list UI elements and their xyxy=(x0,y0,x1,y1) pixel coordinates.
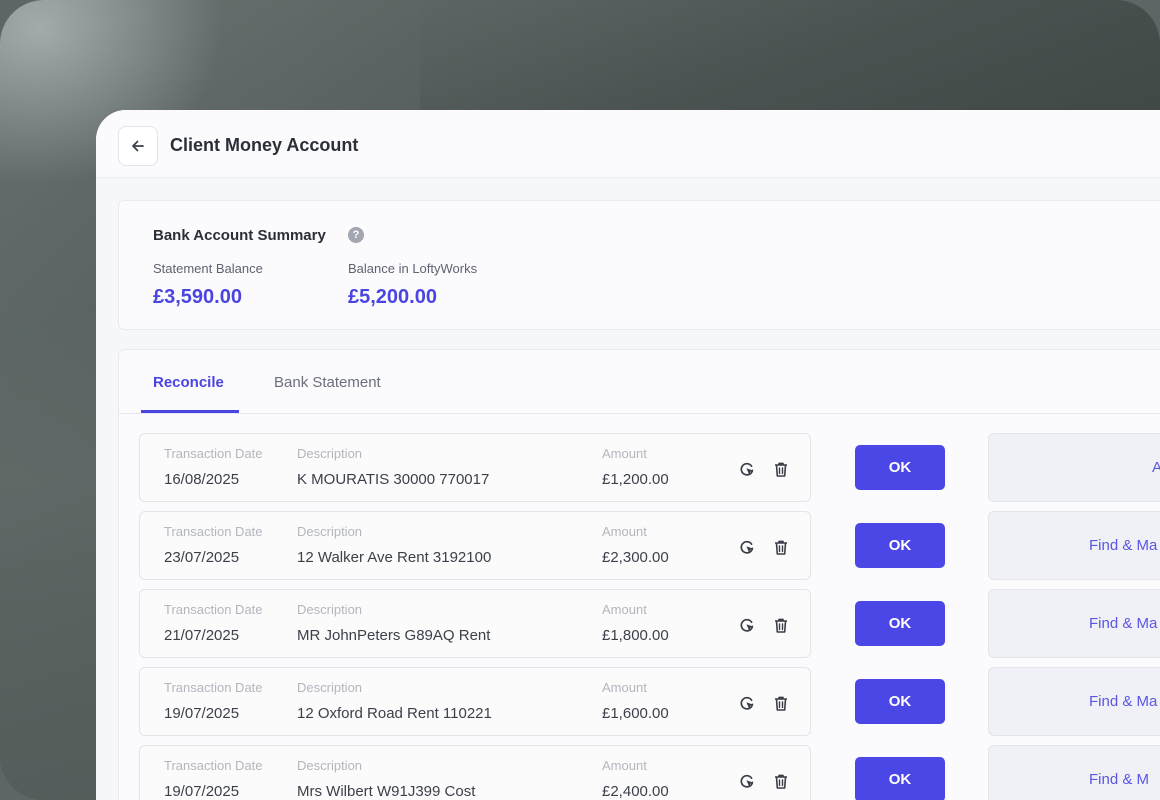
transaction-date-label: Transaction Date xyxy=(164,680,263,695)
ok-button[interactable]: OK xyxy=(855,445,945,490)
find-and-match-button[interactable]: Find & Ma xyxy=(988,589,1160,658)
description-value: K MOURATIS 30000 770017 xyxy=(297,471,490,488)
page-header: Client Money Account xyxy=(96,110,1160,178)
amount-label: Amount xyxy=(602,680,647,695)
question-circle-icon[interactable]: ? xyxy=(348,227,364,243)
transaction-row: Transaction Date 19/07/2025 Description Mrs… xyxy=(119,745,1160,800)
bank-account-summary-card: Bank Account Summary ? Statement Balance… xyxy=(118,200,1160,330)
rotate-cursor-icon[interactable] xyxy=(736,770,758,792)
transaction-row: Transaction Date 21/07/2025 Description MR … xyxy=(119,589,1160,659)
ok-button[interactable]: OK xyxy=(855,757,945,800)
description-value: 12 Walker Ave Rent 3192100 xyxy=(297,549,492,566)
rotate-cursor-icon[interactable] xyxy=(736,614,758,636)
loftyworks-balance-label: Balance in LoftyWorks xyxy=(348,261,478,276)
description-value: Mrs Wilbert W91J399 Cost xyxy=(297,783,476,800)
find-and-match-label: Find & M xyxy=(1089,771,1150,788)
description-label: Description xyxy=(297,602,363,617)
back-button[interactable] xyxy=(118,126,158,166)
transaction-card: Transaction Date 19/07/2025 Description 12 … xyxy=(139,667,811,736)
rotate-cursor-icon[interactable] xyxy=(736,458,758,480)
reconcile-card: Reconcile Bank Statement Transaction Dat… xyxy=(118,349,1160,800)
tab-reconcile[interactable]: Reconcile xyxy=(153,374,224,391)
transaction-date-value: 23/07/2025 xyxy=(164,549,240,566)
ok-button[interactable]: OK xyxy=(855,523,945,568)
transaction-date-value: 19/07/2025 xyxy=(164,783,240,800)
transaction-row: Transaction Date 23/07/2025 Description 12 … xyxy=(119,511,1160,581)
transaction-date-label: Transaction Date xyxy=(164,524,263,539)
amount-label: Amount xyxy=(602,524,647,539)
ok-button[interactable]: OK xyxy=(855,679,945,724)
tab-bank-statement[interactable]: Bank Statement xyxy=(274,374,381,391)
find-and-match-button[interactable]: A xyxy=(988,433,1160,502)
statement-balance-label: Statement Balance xyxy=(153,261,263,276)
amount-value: £1,600.00 xyxy=(602,705,669,722)
transaction-row: Transaction Date 19/07/2025 Description 12 … xyxy=(119,667,1160,737)
amount-label: Amount xyxy=(602,758,647,773)
transaction-row: Transaction Date 16/08/2025 Description K M… xyxy=(119,433,1160,503)
find-and-match-button[interactable]: Find & M xyxy=(988,745,1160,800)
transaction-date-label: Transaction Date xyxy=(164,602,263,617)
trash-icon[interactable] xyxy=(770,614,792,636)
description-label: Description xyxy=(297,680,363,695)
transaction-date-value: 19/07/2025 xyxy=(164,705,240,722)
rotate-cursor-icon[interactable] xyxy=(736,536,758,558)
description-label: Description xyxy=(297,446,363,461)
transaction-date-label: Transaction Date xyxy=(164,758,263,773)
description-label: Description xyxy=(297,758,363,773)
transaction-card: Transaction Date 23/07/2025 Description 12 … xyxy=(139,511,811,580)
amount-label: Amount xyxy=(602,446,647,461)
active-tab-indicator xyxy=(141,410,239,413)
find-and-match-label: Find & Ma xyxy=(1089,537,1158,554)
amount-value: £2,400.00 xyxy=(602,783,669,800)
trash-icon[interactable] xyxy=(770,536,792,558)
page-title: Client Money Account xyxy=(170,135,359,155)
amount-value: £2,300.00 xyxy=(602,549,669,566)
transaction-date-label: Transaction Date xyxy=(164,446,263,461)
statement-balance-value: £3,590.00 xyxy=(153,286,242,308)
loftyworks-balance-value: £5,200.00 xyxy=(348,286,437,308)
trash-icon[interactable] xyxy=(770,692,792,714)
transaction-card: Transaction Date 16/08/2025 Description K M… xyxy=(139,433,811,502)
find-and-match-label: A xyxy=(1152,459,1160,476)
rotate-cursor-icon[interactable] xyxy=(736,692,758,714)
find-and-match-button[interactable]: Find & Ma xyxy=(988,511,1160,580)
trash-icon[interactable] xyxy=(770,770,792,792)
ok-button[interactable]: OK xyxy=(855,601,945,646)
find-and-match-label: Find & Ma xyxy=(1089,615,1158,632)
summary-title: Bank Account Summary xyxy=(153,227,326,244)
amount-value: £1,800.00 xyxy=(602,627,669,644)
transaction-card: Transaction Date 21/07/2025 Description MR … xyxy=(139,589,811,658)
find-and-match-label: Find & Ma xyxy=(1089,693,1158,710)
trash-icon[interactable] xyxy=(770,458,792,480)
amount-value: £1,200.00 xyxy=(602,471,669,488)
app-window: Client Money Account Bank Account Summar… xyxy=(96,110,1160,800)
description-label: Description xyxy=(297,524,363,539)
transaction-date-value: 21/07/2025 xyxy=(164,627,240,644)
tab-bar: Reconcile Bank Statement xyxy=(119,350,1160,414)
description-value: 12 Oxford Road Rent 110221 xyxy=(297,705,492,722)
description-value: MR JohnPeters G89AQ Rent xyxy=(297,627,491,644)
transaction-card: Transaction Date 19/07/2025 Description Mrs… xyxy=(139,745,811,800)
amount-label: Amount xyxy=(602,602,647,617)
find-and-match-button[interactable]: Find & Ma xyxy=(988,667,1160,736)
arrow-left-icon xyxy=(132,140,144,152)
transaction-date-value: 16/08/2025 xyxy=(164,471,240,488)
